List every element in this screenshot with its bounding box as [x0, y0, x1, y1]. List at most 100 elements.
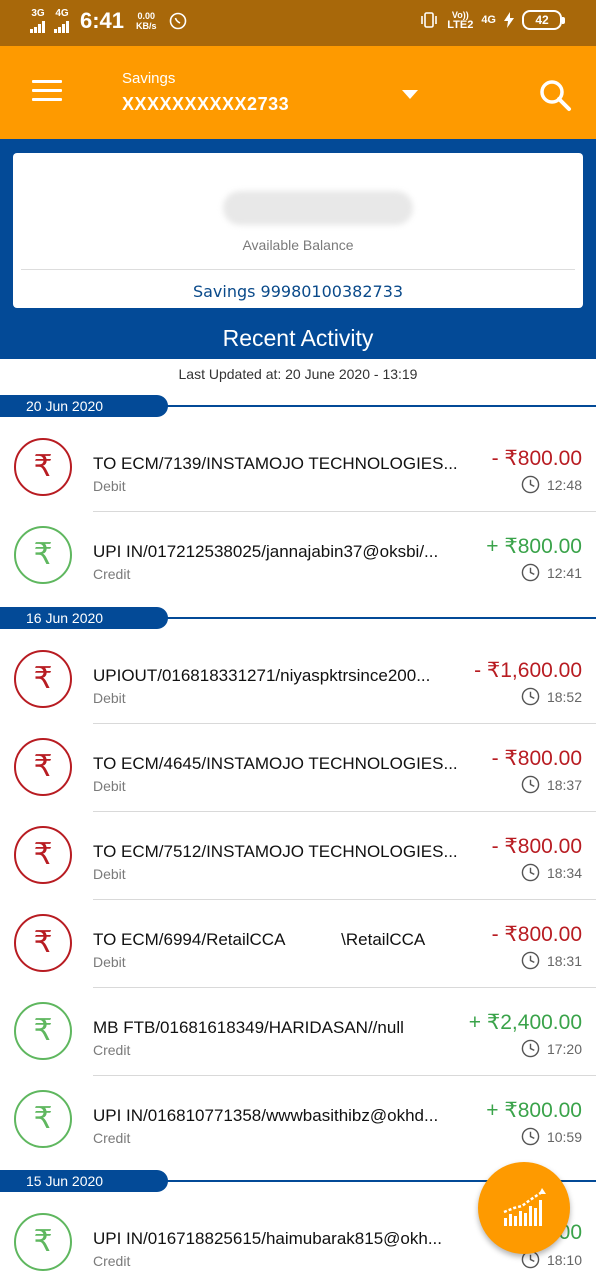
transaction-description: TO ECM/7512/INSTAMOJO TECHNOLOGIES...: [93, 842, 458, 861]
balance-card[interactable]: Available Balance Savings 99980100382733: [13, 153, 583, 308]
date-header: 20 Jun 2020: [0, 395, 596, 417]
lte-label: LTE2: [447, 19, 474, 31]
balance-masked-value: [223, 191, 413, 225]
caret-down-icon[interactable]: [402, 90, 418, 99]
transaction-description: UPI IN/016718825615/haimubarak815@okh...: [93, 1229, 442, 1248]
clock-time: 6:41: [80, 8, 125, 33]
time-value: 18:52: [546, 688, 582, 705]
transaction-type: Debit: [93, 778, 126, 794]
network-type: 4G: [481, 14, 496, 26]
time-value: 12:48: [546, 476, 582, 493]
rupee-icon: ₹: [14, 1213, 72, 1271]
time-value: 17:20: [546, 1040, 582, 1057]
clock-icon: [521, 863, 540, 882]
date-label: 16 Jun 2020: [0, 607, 168, 629]
clock-icon: [521, 1039, 540, 1058]
transaction-row[interactable]: ₹ MB FTB/01681618349/HARIDASAN//null Cre…: [0, 988, 596, 1076]
transaction-amount: + ₹800.00: [486, 1099, 582, 1122]
sim1-label: 3G: [31, 8, 45, 19]
transaction-amount: - ₹1,600.00: [474, 659, 582, 682]
transaction-amount: - ₹800.00: [491, 923, 582, 946]
transaction-description: TO ECM/7139/INSTAMOJO TECHNOLOGIES...: [93, 454, 458, 473]
rupee-icon: ₹: [14, 1002, 72, 1060]
time-value: 18:34: [546, 864, 582, 881]
transaction-description: MB FTB/01681618349/HARIDASAN//null: [93, 1018, 404, 1037]
transaction-row[interactable]: ₹ UPI IN/016810771358/wwwbasithibz@okhd.…: [0, 1076, 596, 1164]
transaction-description: TO ECM/6994/RetailCCA \RetailCCA: [93, 930, 426, 949]
transaction-time: 10:59: [521, 1127, 582, 1146]
transaction-row[interactable]: ₹ TO ECM/6994/RetailCCA \RetailCCA Debit…: [0, 900, 596, 988]
transaction-row[interactable]: ₹ UPI IN/017212538025/jannajabin37@oksbi…: [0, 512, 596, 600]
sim2-label: 4G: [55, 8, 69, 19]
status-bar: 3G 4G 6:41 0.00 KB/s Vo)) LTE2 4G 42: [0, 0, 596, 46]
transaction-time: 18:34: [521, 863, 582, 882]
battery-level: 42: [535, 13, 549, 27]
transaction-type: Debit: [93, 690, 126, 706]
hamburger-menu-icon[interactable]: [32, 80, 62, 104]
transaction-row[interactable]: ₹ UPIOUT/016818331271/niyaspktrsince200.…: [0, 636, 596, 724]
clock-icon: [521, 563, 540, 582]
transaction-description: TO ECM/4645/INSTAMOJO TECHNOLOGIES...: [93, 754, 458, 773]
transaction-amount: + ₹2,400.00: [468, 1011, 582, 1034]
transaction-type: Credit: [93, 1042, 131, 1058]
time-value: 18:10: [546, 1251, 582, 1268]
battery-icon: 42: [522, 10, 565, 30]
clock-icon: [521, 687, 540, 706]
transaction-type: Debit: [93, 866, 126, 882]
time-value: 18:31: [546, 952, 582, 969]
transaction-time: 12:48: [521, 475, 582, 494]
transaction-description: UPI IN/017212538025/jannajabin37@oksbi/.…: [93, 542, 439, 561]
whatsapp-icon: [169, 12, 186, 30]
transaction-amount: - ₹800.00: [491, 447, 582, 470]
time-value: 12:41: [546, 564, 582, 581]
rupee-icon: ₹: [14, 438, 72, 496]
analytics-chart-icon: [503, 1188, 546, 1226]
date-label: 15 Jun 2020: [0, 1170, 168, 1192]
time-value: 10:59: [546, 1128, 582, 1145]
clock-icon: [521, 475, 540, 494]
balance-panel: Available Balance Savings 99980100382733…: [0, 139, 596, 359]
data-speed-value: 0.00: [137, 11, 156, 21]
vibrate-icon: [421, 12, 438, 28]
charging-icon: [504, 12, 514, 28]
data-speed: 0.00 KB/s: [136, 11, 157, 31]
transaction-type: Credit: [93, 1130, 131, 1146]
rupee-icon: ₹: [14, 826, 72, 884]
data-speed-unit: KB/s: [136, 21, 157, 31]
account-number-line: Savings 99980100382733: [192, 282, 404, 301]
transaction-type: Debit: [93, 478, 126, 494]
rupee-icon: ₹: [14, 1090, 72, 1148]
available-balance-label: Available Balance: [242, 237, 354, 253]
clock-icon: [521, 951, 540, 970]
sim2-signal-icon: 4G: [54, 9, 70, 33]
last-updated-text: Last Updated at: 20 June 2020 - 13:19: [178, 366, 418, 382]
transaction-time: 18:31: [521, 951, 582, 970]
rupee-icon: ₹: [14, 526, 72, 584]
search-icon[interactable]: [538, 78, 572, 112]
transaction-row[interactable]: ₹ TO ECM/4645/INSTAMOJO TECHNOLOGIES... …: [0, 724, 596, 812]
transaction-description: UPI IN/016810771358/wwwbasithibz@okhd...: [93, 1106, 439, 1125]
transaction-row[interactable]: ₹ TO ECM/7139/INSTAMOJO TECHNOLOGIES... …: [0, 424, 596, 512]
volte-indicator: Vo)) LTE2: [447, 10, 474, 31]
recent-activity-title: Recent Activity: [222, 325, 374, 351]
transaction-amount: + ₹800.00: [486, 535, 582, 558]
clock-icon: [521, 1127, 540, 1146]
transaction-type: Credit: [93, 566, 131, 582]
transaction-time: 18:37: [521, 775, 582, 794]
app-header: Savings XXXXXXXXXX2733: [0, 46, 596, 139]
transaction-row[interactable]: ₹ TO ECM/7512/INSTAMOJO TECHNOLOGIES... …: [0, 812, 596, 900]
clock-icon: [521, 775, 540, 794]
time-value: 18:37: [546, 776, 582, 793]
card-divider: [21, 269, 575, 270]
transaction-amount: - ₹800.00: [491, 835, 582, 858]
transaction-type: Debit: [93, 954, 126, 970]
transaction-type: Credit: [93, 1253, 131, 1269]
analytics-fab-button[interactable]: [478, 1162, 570, 1254]
transaction-time: 18:52: [521, 687, 582, 706]
rupee-icon: ₹: [14, 738, 72, 796]
rupee-icon: ₹: [14, 650, 72, 708]
account-number-selector[interactable]: XXXXXXXXXX2733: [122, 94, 289, 115]
sim1-signal-icon: 3G: [30, 9, 46, 33]
transaction-time: 17:20: [521, 1039, 582, 1058]
transaction-amount: - ₹800.00: [491, 747, 582, 770]
